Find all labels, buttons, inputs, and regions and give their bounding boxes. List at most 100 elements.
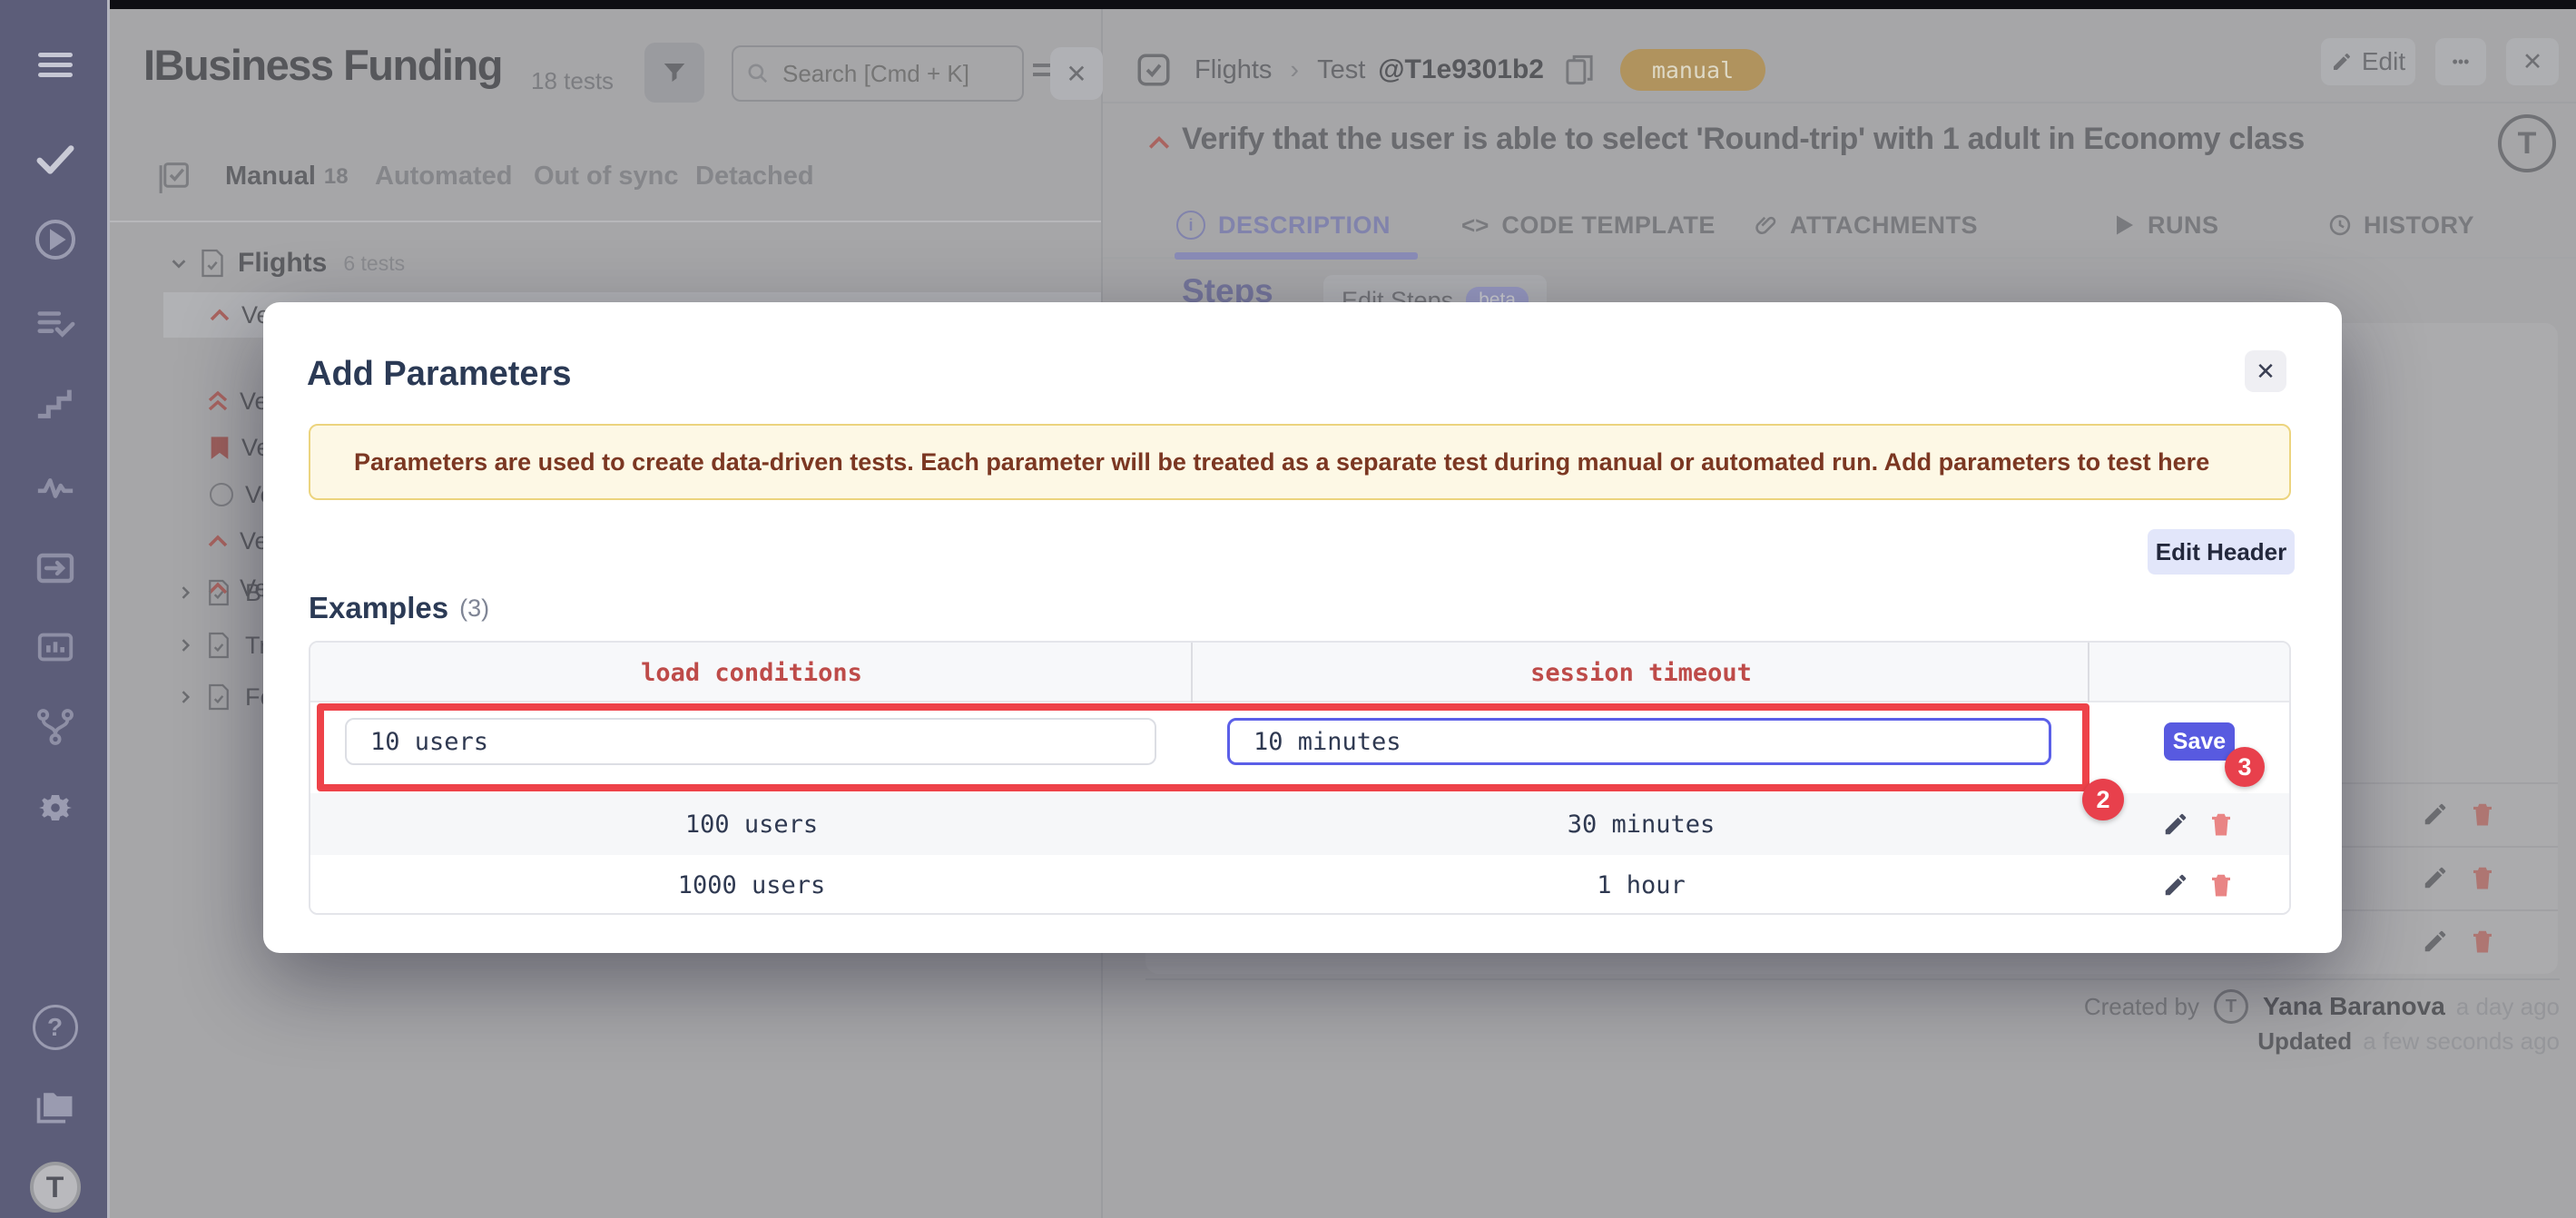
pulse-icon[interactable] — [0, 467, 110, 508]
projects-folder-icon[interactable] — [0, 1087, 110, 1125]
chevron-down-icon[interactable] — [169, 253, 189, 273]
bookmark-icon — [211, 437, 229, 459]
app-screen: ? T IBusiness Funding 18 tests ✕ Manual … — [0, 0, 2576, 1218]
more-icon: ••• — [2452, 52, 2470, 71]
chevron-right-icon[interactable] — [176, 583, 194, 603]
edit-header-label: Edit Header — [2155, 537, 2287, 565]
breadcrumb-folder[interactable]: Flights — [1195, 55, 1272, 85]
filter-button[interactable] — [644, 43, 704, 103]
pencil-icon[interactable] — [2422, 928, 2449, 955]
cell-session-timeout: 30 minutes — [1567, 810, 1716, 839]
menu-icon[interactable] — [0, 47, 110, 83]
priority-high-icon — [1148, 136, 1170, 149]
trash-icon[interactable] — [2469, 864, 2496, 891]
paperclip-icon — [1755, 216, 1776, 235]
priority-high-icon — [208, 535, 228, 547]
table-row: 1000 users 1 hour — [310, 855, 2289, 913]
author-avatar: T — [2214, 989, 2248, 1024]
cell-load-conditions: 100 users — [684, 810, 819, 839]
close-icon: ✕ — [1066, 59, 1087, 88]
tree-suite-row[interactable]: Bu — [176, 572, 275, 614]
copy-icon[interactable] — [1564, 53, 1595, 87]
tab-attachments[interactable]: ATTACHMENTS — [1754, 205, 1978, 245]
steps-stairs-icon[interactable] — [0, 383, 110, 425]
breadcrumb-test: Test — [1317, 54, 1366, 84]
save-button-label: Save — [2172, 728, 2227, 754]
search-box[interactable] — [732, 45, 1024, 102]
branch-icon[interactable] — [0, 706, 110, 748]
search-input[interactable] — [781, 58, 1002, 89]
settings-gear-icon[interactable] — [0, 786, 110, 830]
tree-suite-row[interactable]: Fe — [176, 676, 274, 718]
modal-close-button[interactable]: ✕ — [2245, 350, 2286, 392]
updated-row: Updated a few seconds ago — [2257, 1027, 2560, 1056]
tree-root-flights[interactable]: Flights 6 tests — [169, 243, 405, 283]
tab-description[interactable]: i DESCRIPTION — [1176, 205, 1391, 245]
detail-header-divider — [1103, 102, 2576, 103]
info-banner: Parameters are used to create data-drive… — [309, 424, 2291, 500]
checklist-icon — [156, 160, 191, 196]
test-title: Verify that the user is able to select '… — [1182, 122, 2305, 156]
funnel-icon — [664, 64, 685, 82]
more-button[interactable]: ••• — [2435, 38, 2486, 85]
chevron-right-icon[interactable] — [176, 687, 194, 707]
code-icon: <> — [1461, 211, 1490, 239]
tab-label: Automated — [375, 162, 513, 191]
tab-label: Detached — [695, 162, 814, 191]
edit-row-icon[interactable] — [2162, 871, 2189, 899]
annotation-step-3: 3 — [2225, 747, 2265, 787]
edit-button[interactable]: Edit — [2321, 38, 2415, 85]
tests-check-icon[interactable] — [0, 138, 110, 180]
help-icon[interactable]: ? — [0, 1005, 110, 1050]
clear-filter-button[interactable]: ✕ — [1050, 47, 1103, 100]
run-play-icon[interactable] — [0, 218, 110, 261]
annotation-number: 2 — [2096, 785, 2110, 813]
delete-row-icon[interactable] — [2207, 810, 2235, 838]
updated-ago: a few seconds ago — [2363, 1027, 2560, 1055]
created-by-label: Created by — [2083, 992, 2199, 1020]
tab-code-template[interactable]: <> CODE TEMPLATE — [1461, 205, 1716, 245]
modal-title: Add Parameters — [307, 355, 572, 393]
tab-automated[interactable]: Automated — [375, 162, 512, 192]
delete-row-icon[interactable] — [2207, 871, 2235, 899]
edit-button-label: Edit — [2361, 47, 2406, 75]
save-button[interactable]: Save — [2164, 722, 2235, 761]
breadcrumb: Flights › Test @T1e9301b2 manual — [1135, 47, 1765, 93]
info-icon: i — [1176, 211, 1205, 240]
pencil-icon[interactable] — [2422, 864, 2449, 891]
close-panel-button[interactable]: ✕ — [2506, 38, 2559, 85]
table-row: 100 users 30 minutes — [310, 793, 2289, 855]
tests-count: 18 tests — [531, 67, 615, 94]
column-divider — [1191, 643, 1193, 702]
column-header-session-timeout: session timeout — [1530, 658, 1752, 687]
tab-history[interactable]: HISTORY — [2327, 205, 2474, 245]
edit-row-icon[interactable] — [2162, 810, 2189, 838]
tab-label: RUNS — [2148, 211, 2219, 239]
report-chart-icon[interactable] — [0, 626, 110, 668]
tab-out-of-sync[interactable]: Out of sync — [534, 162, 679, 192]
cell-session-timeout: 1 hour — [1597, 870, 1686, 899]
search-icon — [748, 64, 768, 83]
chevron-right-icon[interactable] — [176, 635, 194, 655]
tab-manual[interactable]: Manual 18 — [225, 162, 349, 192]
tab-runs[interactable]: RUNS — [2115, 205, 2219, 245]
edit-header-button[interactable]: Edit Header — [2148, 529, 2295, 575]
import-icon[interactable] — [0, 546, 110, 590]
tab-label: DESCRIPTION — [1218, 211, 1391, 239]
info-banner-text: Parameters are used to create data-drive… — [354, 447, 2210, 476]
priority-highest-icon — [208, 390, 228, 411]
sidebar: ? T — [0, 0, 110, 1218]
tab-detached[interactable]: Detached — [695, 162, 814, 192]
trash-icon[interactable] — [2469, 801, 2496, 828]
test-plan-icon[interactable] — [0, 303, 110, 345]
author-name[interactable]: Yana Baranova — [2263, 992, 2445, 1021]
trash-icon[interactable] — [2469, 928, 2496, 955]
window-top-edge — [0, 0, 2576, 9]
app-logo[interactable]: T — [0, 1162, 110, 1213]
suite-doc-icon — [209, 579, 229, 606]
pencil-icon[interactable] — [2422, 801, 2449, 828]
tab-label: ATTACHMENTS — [1790, 211, 1978, 239]
tree-root-count: 6 tests — [343, 250, 406, 275]
breadcrumb-test-id: @T1e9301b2 — [1378, 54, 1544, 84]
tab-label: CODE TEMPLATE — [1501, 211, 1716, 239]
